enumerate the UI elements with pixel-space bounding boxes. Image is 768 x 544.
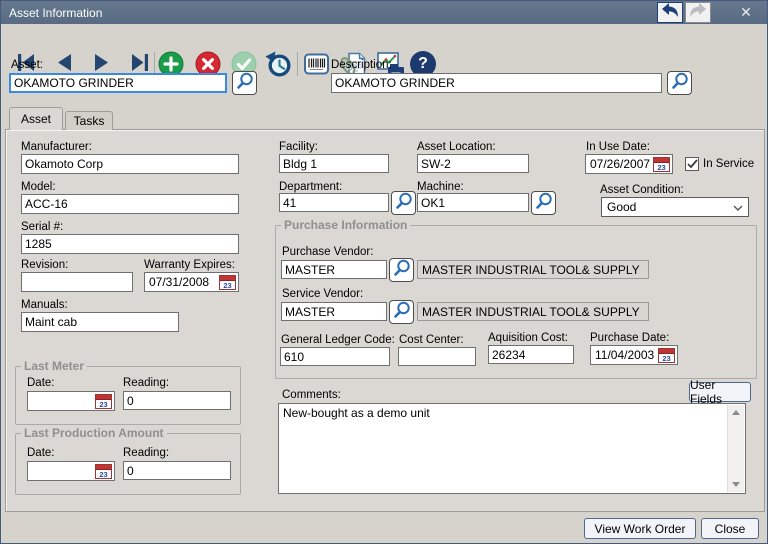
department-label: Department: <box>279 181 342 193</box>
last-meter-date-field[interactable]: 23 <box>27 391 115 411</box>
last-production-date-field[interactable]: 23 <box>27 461 115 481</box>
asset-lookup-button[interactable] <box>232 71 257 95</box>
tab-asset[interactable]: Asset <box>9 107 63 130</box>
description-input[interactable] <box>331 73 662 93</box>
machine-lookup-button[interactable] <box>531 191 556 215</box>
cost-center-label: Cost Center: <box>399 334 464 346</box>
record-redo-button[interactable] <box>685 2 711 23</box>
facility-input[interactable] <box>279 154 389 173</box>
scroll-up-icon[interactable] <box>728 405 744 420</box>
close-window-button[interactable]: ✕ <box>725 1 767 24</box>
manufacturer-input[interactable] <box>21 154 239 174</box>
general-ledger-code-input[interactable] <box>280 347 390 366</box>
asset-information-window: Asset Information ✕ <box>0 0 768 544</box>
search-icon <box>236 72 254 95</box>
manuals-label: Manuals: <box>21 299 68 311</box>
service-vendor-name: MASTER INDUSTRIAL TOOL& SUPPLY <box>417 302 649 321</box>
search-icon <box>671 72 689 95</box>
last-production-date-label: Date: <box>27 447 55 459</box>
serial-label: Serial #: <box>21 221 63 233</box>
comments-textarea[interactable]: New-bought as a demo unit <box>278 403 746 494</box>
last-meter-reading-label: Reading: <box>123 377 169 389</box>
serial-input[interactable] <box>21 234 239 254</box>
barcode-icon[interactable] <box>304 52 329 81</box>
revision-input[interactable] <box>21 272 133 292</box>
facility-label: Facility: <box>279 141 318 153</box>
purchase-vendor-lookup-button[interactable] <box>389 258 414 282</box>
close-icon: ✕ <box>740 4 752 21</box>
acquisition-cost-label: Aquisition Cost: <box>488 332 568 344</box>
user-fields-button[interactable]: User Fields <box>689 382 751 402</box>
service-vendor-lookup-button[interactable] <box>389 300 414 324</box>
last-meter-date-label: Date: <box>27 377 55 389</box>
in-service-checkbox[interactable] <box>685 157 699 171</box>
view-work-order-button[interactable]: View Work Order <box>584 518 696 539</box>
calendar-icon[interactable]: 23 <box>219 275 236 290</box>
close-button[interactable]: Close <box>701 518 759 539</box>
in-service-label: In Service <box>703 158 754 170</box>
calendar-icon[interactable]: 23 <box>95 394 112 409</box>
warranty-expires-label: Warranty Expires: <box>144 259 235 271</box>
model-input[interactable] <box>21 194 239 214</box>
window-title: Asset Information <box>1 6 102 20</box>
service-vendor-input[interactable] <box>281 302 387 321</box>
toolbar: ? <box>1 24 767 58</box>
in-use-date-field[interactable]: 07/26/2007 23 <box>585 154 673 174</box>
manuals-input[interactable] <box>21 312 179 332</box>
asset-location-input[interactable] <box>417 154 529 173</box>
asset-label: Asset: <box>11 59 43 71</box>
department-lookup-button[interactable] <box>391 191 416 215</box>
purchase-vendor-label: Purchase Vendor: <box>282 246 373 258</box>
chevron-down-icon <box>733 200 743 214</box>
service-vendor-label: Service Vendor: <box>282 288 363 300</box>
comments-scrollbar[interactable] <box>727 405 744 492</box>
calendar-icon[interactable]: 23 <box>95 464 112 479</box>
toolbar-separator <box>297 52 298 76</box>
cost-center-input[interactable] <box>398 347 476 366</box>
warranty-expires-date-field[interactable]: 07/31/2008 23 <box>144 272 239 292</box>
description-label: Description: <box>331 59 392 71</box>
machine-input[interactable] <box>417 193 529 212</box>
last-production-reading-input[interactable] <box>123 461 231 480</box>
purchase-vendor-input[interactable] <box>281 260 387 279</box>
purchase-information-title: Purchase Information <box>281 218 410 232</box>
department-input[interactable] <box>279 193 389 212</box>
asset-input[interactable] <box>9 73 227 93</box>
comments-label: Comments: <box>282 389 341 401</box>
purchase-vendor-name: MASTER INDUSTRIAL TOOL& SUPPLY <box>417 260 649 279</box>
search-icon <box>395 192 413 215</box>
description-lookup-button[interactable] <box>667 71 692 95</box>
purchase-date-label: Purchase Date: <box>590 332 669 344</box>
last-meter-title: Last Meter <box>21 359 87 373</box>
calendar-icon[interactable]: 23 <box>658 348 675 363</box>
in-use-date-label: In Use Date: <box>586 141 650 153</box>
machine-label: Machine: <box>417 181 464 193</box>
history-icon[interactable] <box>265 51 292 83</box>
acquisition-cost-input[interactable] <box>488 345 574 364</box>
last-production-title: Last Production Amount <box>21 426 167 440</box>
search-icon <box>535 192 553 215</box>
manufacturer-label: Manufacturer: <box>21 141 92 153</box>
model-label: Model: <box>21 181 56 193</box>
calendar-icon[interactable]: 23 <box>653 157 670 172</box>
asset-location-label: Asset Location: <box>417 141 496 153</box>
purchase-date-field[interactable]: 11/04/2003 23 <box>590 345 678 365</box>
asset-condition-label: Asset Condition: <box>600 184 684 196</box>
tab-tasks[interactable]: Tasks <box>65 111 113 130</box>
record-undo-button[interactable] <box>657 2 683 23</box>
undo-arrow-icon <box>661 2 679 23</box>
search-icon <box>393 259 411 282</box>
last-meter-reading-input[interactable] <box>123 391 231 410</box>
redo-arrow-icon <box>689 2 707 23</box>
last-production-reading-label: Reading: <box>123 447 169 459</box>
asset-condition-select[interactable]: Good <box>601 197 749 217</box>
search-icon <box>393 301 411 324</box>
general-ledger-code-label: General Ledger Code: <box>281 334 395 346</box>
scroll-down-icon[interactable] <box>728 477 744 492</box>
revision-label: Revision: <box>21 259 68 271</box>
title-bar: Asset Information <box>1 1 767 24</box>
